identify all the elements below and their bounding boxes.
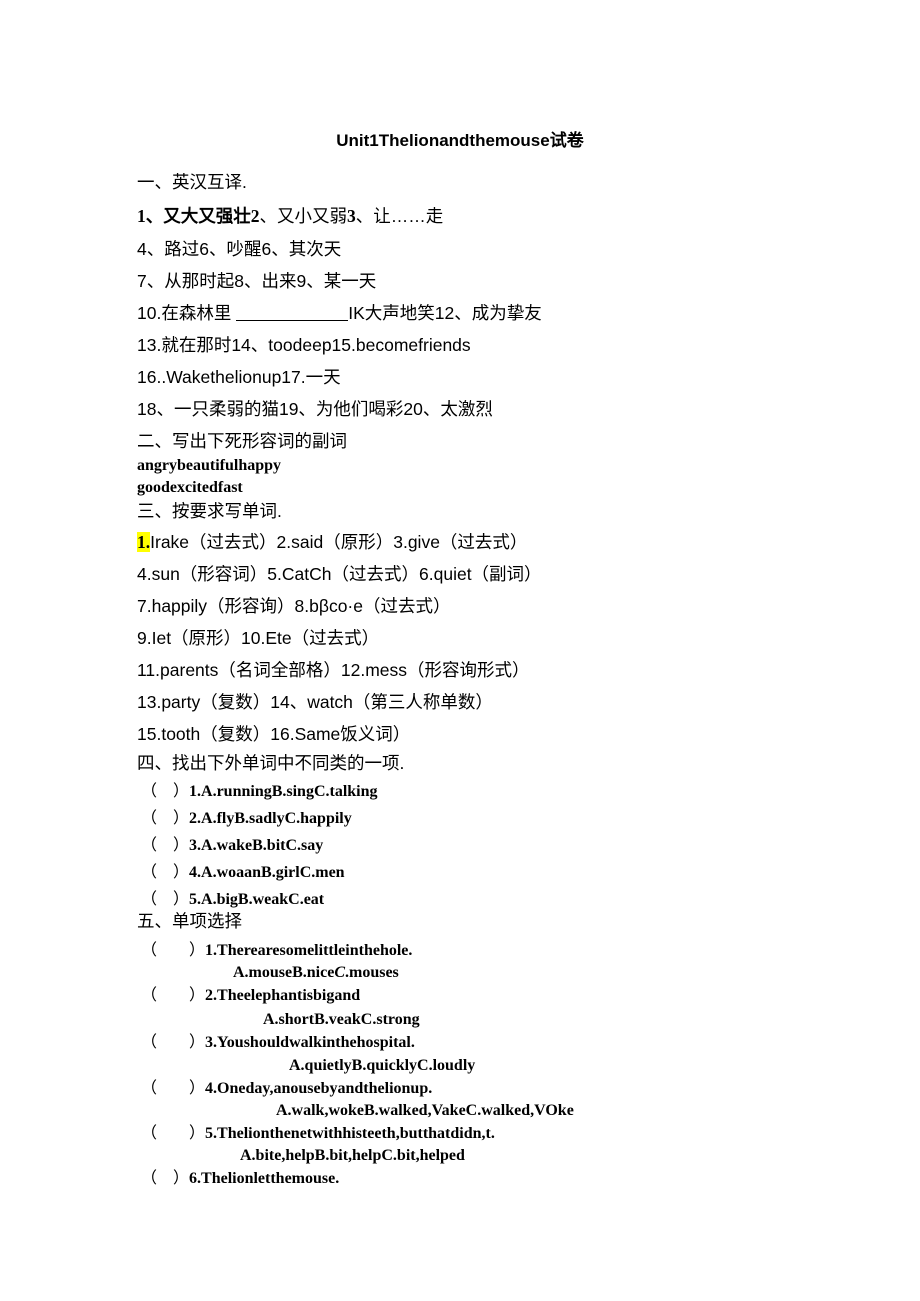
answer-bracket[interactable]: （ ） [141, 1125, 205, 1142]
section-4-item-5[interactable]: （ ）5.A.bigB.weakC.eat [141, 892, 324, 908]
answer-bracket[interactable]: （ ） [141, 783, 189, 800]
exam-paper-page: Unit1Thelionandthemouse试卷 一、英汉互译. 1、又大又强… [0, 0, 920, 1301]
section-5-item-3[interactable]: （ ）3.Youshouldwalkinthehospital. [141, 1035, 415, 1051]
section-1-heading: 一、英汉互译. [137, 172, 247, 192]
section-5-item-1-question: 1.Therearesomelittleinthehole. [205, 942, 413, 959]
section-1-line-3: 7、从那时起8、出来9、某一天 [137, 271, 377, 291]
section-2-word-line-2: goodexcitedfast [137, 479, 243, 496]
option-text-b: .mouses [345, 964, 399, 981]
s1l1-part-c: 、让……走 [355, 206, 444, 226]
section-4-item-4-text: 4.A.woaanB.girlC.men [189, 864, 345, 881]
section-5-item-3-question: 3.Youshouldwalkinthehospital. [205, 1034, 415, 1051]
answer-bracket[interactable]: （ ） [141, 810, 189, 827]
section-3-heading: 三、按要求写单词. [137, 501, 282, 521]
section-4-item-4[interactable]: （ ）4.A.woaanB.girlC.men [141, 865, 345, 881]
s1l1-num-2: 2 [250, 206, 260, 226]
section-1-line-7: 18、一只柔弱的猫19、为他们喝彩20、太激烈 [137, 399, 493, 419]
section-5-item-3-options: A.quietlyB.quicklyC.loudly [289, 1057, 476, 1074]
fill-in-blank-10[interactable] [236, 320, 349, 321]
section-4-item-2-text: 2.A.flyB.sadlyC.happily [189, 810, 352, 827]
s1l4-text-before-blank: 10.在森林里 [137, 303, 237, 323]
section-5-item-5-options: A.bite,helpB.bit,helpC.bit,helped [240, 1147, 465, 1164]
page-title: Unit1Thelionandthemouse试卷 [336, 131, 584, 150]
section-3-line-5: 11.parents（名词全部格）12.mess（形容询形式） [137, 660, 530, 680]
section-3-line-6: 13.party（复数）14、watch（第三人称单数） [137, 692, 493, 712]
section-2-word-line-1: angrybeautifulhappy [137, 457, 282, 474]
section-4-heading: 四、找出下外单词中不同类的一项. [137, 753, 405, 773]
answer-bracket[interactable]: （ ） [141, 1080, 205, 1097]
option-text-a: A.mouseB.nice [233, 964, 335, 981]
answer-bracket[interactable]: （ ） [141, 864, 189, 881]
section-2-heading: 二、写出下死形容词的副词 [137, 431, 347, 451]
option-letter-c-italic: C [334, 964, 345, 981]
section-4-item-2[interactable]: （ ）2.A.flyB.sadlyC.happily [141, 811, 352, 827]
answer-bracket[interactable]: （ ） [141, 891, 189, 908]
section-5-heading: 五、单项选择 [137, 911, 242, 931]
section-1-line-2: 4、路过6、吵醒6、其次天 [137, 239, 342, 259]
section-3-line-1: 1.Irake（过去式）2.said（原形）3.give（过去式） [137, 532, 528, 552]
answer-bracket[interactable]: （ ） [141, 837, 189, 854]
section-5-item-2-options: A.shortB.veakC.strong [263, 1011, 420, 1028]
section-4-item-3-text: 3.A.wakeB.bitC.say [189, 837, 324, 854]
section-1-line-5: 13.就在那时14、toodeep15.becomefriends [137, 335, 471, 355]
section-5-item-1-options: A.mouseB.niceC.mouses [233, 965, 399, 981]
section-5-item-5-question: 5.Thelionthenetwithhisteeth,butthatdidn,… [205, 1125, 495, 1142]
section-1-line-6: 16..Wakethelionup17.一天 [137, 367, 341, 387]
s1l1-num-3: 3 [347, 206, 356, 226]
section-5-item-6[interactable]: （ ）6.Thelionletthemouse. [141, 1171, 339, 1187]
s1l4-text-after-blank: IK大声地笑12、成为挚友 [348, 303, 542, 323]
section-3-line-4: 9.Iet（原形）10.Ete（过去式） [137, 628, 380, 648]
section-5-item-2[interactable]: （ ）2.Theelephantisbigand [141, 988, 360, 1004]
section-1-line-1: 1、又大又强壮2、又小又弱3、让……走 [137, 206, 444, 226]
section-5-item-2-question: 2.Theelephantisbigand [205, 987, 361, 1004]
answer-bracket[interactable]: （ ） [141, 987, 205, 1004]
section-5-item-6-question: 6.Thelionletthemouse. [189, 1170, 340, 1187]
answer-bracket[interactable]: （ ） [141, 1170, 189, 1187]
section-1-line-4: 10.在森林里 IK大声地笑12、成为挚友 [137, 303, 542, 323]
section-5-item-5[interactable]: （ ）5.Thelionthenetwithhisteeth,butthatdi… [141, 1126, 495, 1142]
section-3-line-1-text: Irake（过去式）2.said（原形）3.give（过去式） [150, 532, 528, 552]
section-5-item-1[interactable]: （ ）1.Therearesomelittleinthehole. [141, 943, 412, 959]
section-3-line-7: 15.tooth（复数）16.Same饭义词） [137, 724, 411, 744]
s1l1-part-a: 1、又大又强壮 [137, 206, 251, 226]
section-4-item-1[interactable]: （ ）1.A.runningB.singC.talking [141, 784, 378, 800]
answer-bracket[interactable]: （ ） [141, 942, 205, 959]
section-5-item-4-question: 4.Oneday,anousebyandthelionup. [205, 1080, 433, 1097]
section-4-item-5-text: 5.A.bigB.weakC.eat [189, 891, 325, 908]
s1l1-part-b: 、又小又弱 [259, 206, 348, 226]
section-3-line-3: 7.happily（形容询）8.bβco·e（过去式） [137, 596, 451, 616]
highlighted-item-number: 1. [137, 532, 151, 552]
section-5-item-4[interactable]: （ ）4.Oneday,anousebyandthelionup. [141, 1081, 432, 1097]
answer-bracket[interactable]: （ ） [141, 1034, 205, 1051]
section-4-item-1-text: 1.A.runningB.singC.talking [189, 783, 378, 800]
section-5-item-4-options: A.walk,wokeB.walked,VakeC.walked,VOke [276, 1102, 574, 1119]
section-3-line-2: 4.sun（形容词）5.CatCh（过去式）6.quiet（副词） [137, 564, 542, 584]
section-4-item-3[interactable]: （ ）3.A.wakeB.bitC.say [141, 838, 323, 854]
